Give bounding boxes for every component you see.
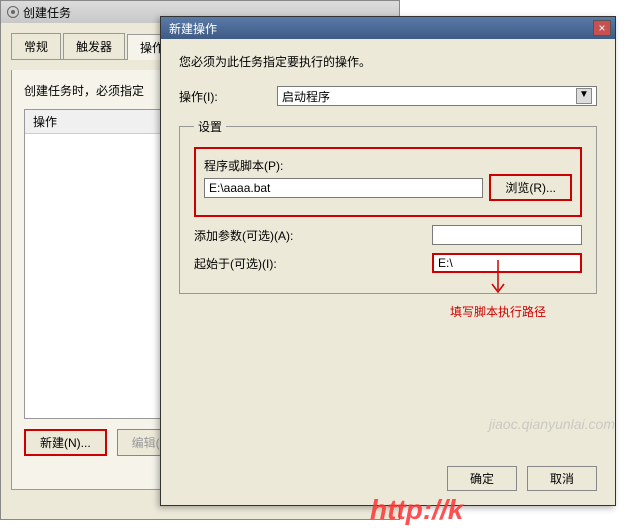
task-icon bbox=[7, 6, 19, 18]
annotation: 填写脚本执行路径 bbox=[450, 260, 546, 320]
args-label: 添加参数(可选)(A): bbox=[194, 227, 293, 244]
dialog-buttons: 确定 取消 bbox=[447, 466, 597, 491]
program-input[interactable] bbox=[204, 178, 483, 198]
ok-button[interactable]: 确定 bbox=[447, 466, 517, 491]
new-action-dialog: 新建操作 × 您必须为此任务指定要执行的操作。 操作(I): 启动程序 ▼ 设置… bbox=[160, 16, 616, 506]
program-row: 浏览(R)... bbox=[204, 174, 572, 201]
browse-button[interactable]: 浏览(R)... bbox=[489, 174, 572, 201]
tab-triggers[interactable]: 触发器 bbox=[63, 33, 125, 59]
args-row: 添加参数(可选)(A): bbox=[194, 225, 582, 245]
startin-label: 起始于(可选)(I): bbox=[194, 255, 277, 272]
action-row: 操作(I): 启动程序 ▼ bbox=[179, 86, 597, 106]
settings-legend: 设置 bbox=[194, 118, 226, 135]
program-label: 程序或脚本(P): bbox=[204, 157, 572, 174]
dropdown-arrow-icon: ▼ bbox=[576, 88, 592, 104]
action-value: 启动程序 bbox=[282, 88, 330, 105]
cancel-button[interactable]: 取消 bbox=[527, 466, 597, 491]
instruction-text: 您必须为此任务指定要执行的操作。 bbox=[179, 53, 597, 70]
new-action-button[interactable]: 新建(N)... bbox=[24, 429, 107, 456]
tab-general[interactable]: 常规 bbox=[11, 33, 61, 59]
close-button[interactable]: × bbox=[593, 20, 611, 36]
arrow-down-icon bbox=[488, 260, 508, 300]
action-label: 操作(I): bbox=[179, 88, 269, 105]
front-titlebar[interactable]: 新建操作 × bbox=[161, 17, 615, 39]
watermark-1: jiaoc.qianyunlai.com bbox=[489, 416, 615, 432]
program-highlight: 程序或脚本(P): 浏览(R)... bbox=[194, 147, 582, 217]
watermark-2: http://k bbox=[370, 494, 463, 526]
annotation-text: 填写脚本执行路径 bbox=[450, 303, 546, 320]
args-input[interactable] bbox=[432, 225, 582, 245]
back-title: 创建任务 bbox=[23, 4, 71, 21]
front-title: 新建操作 bbox=[169, 20, 217, 37]
action-select[interactable]: 启动程序 ▼ bbox=[277, 86, 597, 106]
front-content: 您必须为此任务指定要执行的操作。 操作(I): 启动程序 ▼ 设置 程序或脚本(… bbox=[161, 39, 615, 308]
